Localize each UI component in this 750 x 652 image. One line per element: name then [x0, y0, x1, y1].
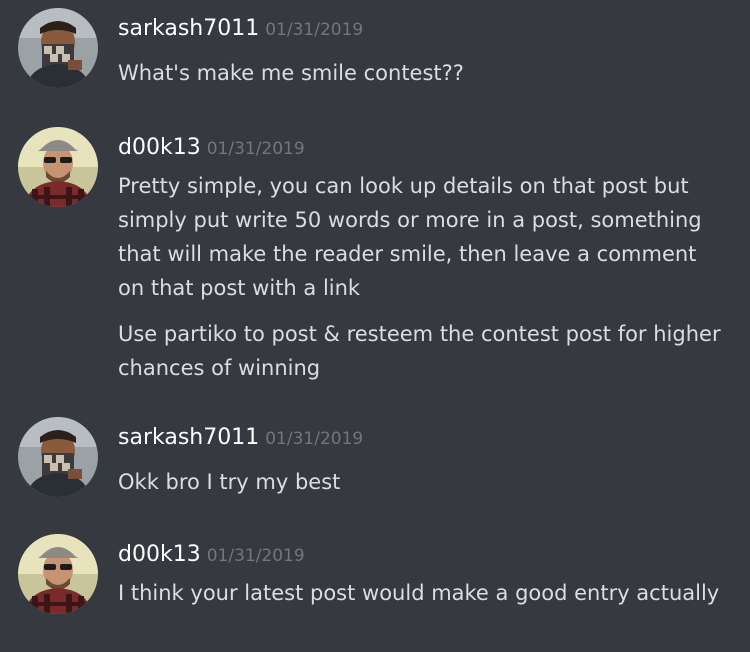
message-text: What's make me smile contest??	[118, 61, 464, 85]
cap-sunglasses-user-avatar-icon[interactable]	[18, 534, 98, 614]
cap-sunglasses-user-avatar-icon[interactable]	[18, 127, 98, 207]
message-content: Okk bro I try my best	[118, 465, 728, 499]
message-group: sarkash7011 01/31/2019 Okk bro I try my b…	[0, 417, 750, 517]
message-group: d00k13 01/31/2019 I think your latest pos…	[0, 534, 750, 652]
username[interactable]: d00k13	[118, 135, 201, 160]
timestamp: 01/31/2019	[206, 139, 305, 159]
username[interactable]: sarkash7011	[118, 425, 259, 450]
chat-message-list: sarkash7011 01/31/2019 What's make me smi…	[0, 0, 750, 652]
message-text: Pretty simple, you can look up details o…	[118, 174, 702, 300]
masked-user-avatar-icon[interactable]	[18, 417, 98, 497]
timestamp: 01/31/2019	[206, 546, 305, 566]
message-header: d00k13 01/31/2019	[118, 133, 305, 164]
message-content: What's make me smile contest??	[118, 56, 728, 90]
message-content: I think your latest post would make a go…	[118, 576, 728, 610]
masked-user-avatar-icon[interactable]	[18, 8, 98, 88]
message-text: Use partiko to post & resteem the contes…	[118, 322, 721, 380]
message-text: I think your latest post would make a go…	[118, 581, 720, 605]
username[interactable]: sarkash7011	[118, 16, 259, 41]
username[interactable]: d00k13	[118, 542, 201, 567]
message-group: d00k13 01/31/2019 Pretty simple, you can …	[0, 127, 750, 407]
message-group: sarkash7011 01/31/2019 What's make me smi…	[0, 8, 750, 108]
message-text: Okk bro I try my best	[118, 470, 341, 494]
message-content: Pretty simple, you can look up details o…	[118, 169, 728, 385]
message-header: d00k13 01/31/2019	[118, 540, 305, 571]
message-header: sarkash7011 01/31/2019	[118, 14, 363, 45]
timestamp: 01/31/2019	[265, 429, 364, 449]
timestamp: 01/31/2019	[265, 20, 364, 40]
message-header: sarkash7011 01/31/2019	[118, 423, 363, 454]
